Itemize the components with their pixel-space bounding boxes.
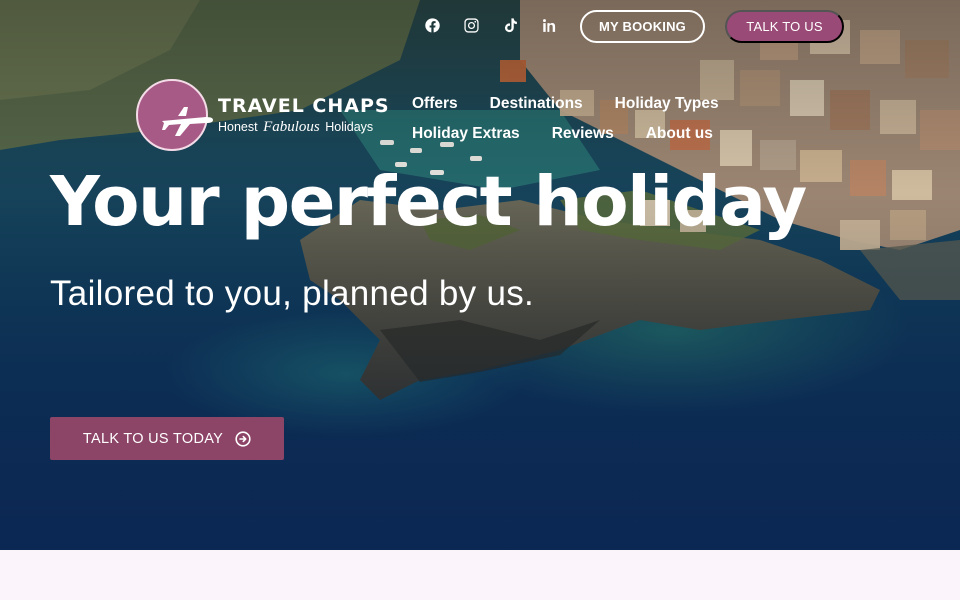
instagram-icon[interactable]: [462, 16, 481, 35]
my-booking-button[interactable]: MY BOOKING: [580, 10, 705, 43]
airplane-icon: [162, 107, 213, 136]
cta-label: TALK TO US TODAY: [82, 430, 224, 447]
logo-title: TRAVEL CHAPS: [218, 95, 390, 117]
nav-item-about-us[interactable]: About us: [646, 125, 713, 143]
logo-tagline: Honest Fabulous Holidays: [218, 119, 374, 135]
hero-banner: MY BOOKING TALK TO US TRAVEL CHAPS Hones…: [0, 0, 960, 550]
nav-item-holiday-extras[interactable]: Holiday Extras: [412, 125, 520, 143]
nav-item-reviews[interactable]: Reviews: [552, 125, 614, 143]
nav-item-offers[interactable]: Offers: [412, 95, 458, 113]
nav-item-holiday-types[interactable]: Holiday Types: [615, 95, 719, 113]
social-links: [423, 16, 559, 35]
tiktok-icon[interactable]: [501, 16, 520, 35]
linkedin-icon[interactable]: [540, 16, 559, 35]
talk-to-us-today-button[interactable]: TALK TO US TODAY: [50, 417, 284, 460]
talk-to-us-button[interactable]: TALK TO US: [725, 10, 844, 43]
page-content-area: [0, 550, 960, 600]
facebook-icon[interactable]: [423, 16, 442, 35]
travel-chaps-logo[interactable]: TRAVEL CHAPS Honest Fabulous Holidays: [136, 79, 390, 151]
nav-item-destinations[interactable]: Destinations: [490, 95, 583, 113]
main-navigation: Offers Destinations Holiday Types Holida…: [412, 89, 752, 149]
hero-subheadline: Tailored to you, planned by us.: [50, 274, 535, 313]
logo-emblem: [136, 79, 213, 151]
hero-headline: Your perfect holiday: [50, 162, 807, 242]
arrow-circle-right-icon: [235, 430, 251, 447]
